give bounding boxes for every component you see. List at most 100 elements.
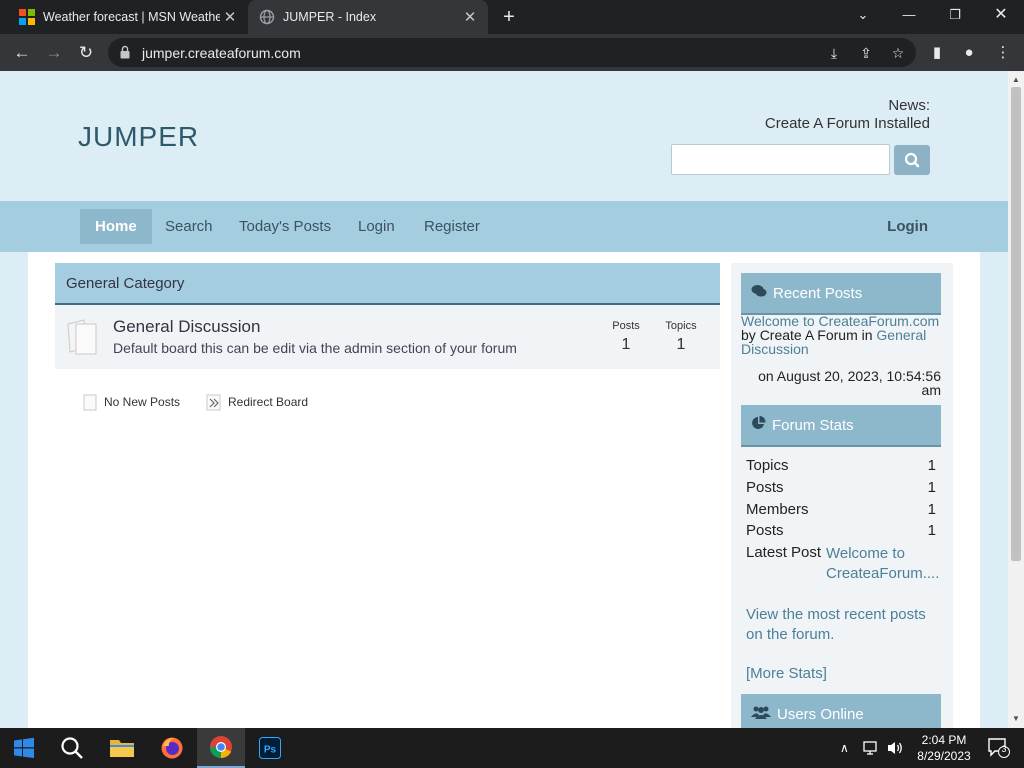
file-explorer-button[interactable] (98, 728, 146, 768)
reload-icon[interactable]: ↻ (73, 40, 99, 66)
system-clock[interactable]: 2:04 PM 8/29/2023 (910, 732, 978, 764)
taskbar-search-button[interactable] (48, 728, 96, 768)
posts-count: 1 (621, 336, 631, 353)
scrollbar-thumb[interactable] (1011, 87, 1021, 561)
microsoft-logo-icon (19, 9, 35, 25)
photoshop-icon: Ps (259, 737, 281, 759)
install-app-icon[interactable]: ⤓ (825, 44, 843, 62)
tab-jumper-index[interactable]: JUMPER - Index ✕ (248, 0, 488, 34)
url-text: jumper.createaforum.com (142, 45, 301, 61)
close-window-button[interactable]: ✕ (978, 0, 1024, 30)
posts-label: Posts (612, 320, 640, 332)
tab-title: JUMPER - Index (283, 10, 377, 24)
topics-count: 1 (676, 336, 686, 353)
tab-msn-weather[interactable]: Weather forecast | MSN Weather ✕ (8, 0, 248, 34)
firefox-icon (161, 737, 183, 759)
bookmark-star-icon[interactable]: ☆ (889, 44, 907, 62)
page-margin (0, 252, 28, 728)
clock-time: 2:04 PM (921, 733, 967, 747)
globe-icon (259, 9, 275, 25)
chrome-menu-icon[interactable]: ⋮ (992, 42, 1014, 64)
address-bar[interactable]: jumper.createaforum.com ⤓ ⇪ ☆ (108, 38, 916, 67)
stat-row: Posts 1 (746, 479, 936, 496)
close-icon[interactable]: ✕ (220, 8, 240, 26)
browser-toolbar: ← → ↻ jumper.createaforum.com ⤓ ⇪ ☆ ▮ ● … (0, 34, 1024, 71)
search-button[interactable] (894, 145, 930, 175)
stat-value: 1 (927, 522, 936, 539)
recent-post-date: on August 20, 2023, 10:54:56 am (758, 368, 941, 398)
stat-label: Posts (746, 522, 784, 539)
no-new-posts-icon (83, 394, 97, 411)
stat-value: 1 (927, 457, 936, 474)
network-icon[interactable] (862, 728, 880, 768)
legend-label: Redirect Board (228, 395, 309, 409)
nav-login-right[interactable]: Login (887, 209, 928, 244)
nav-search[interactable]: Search (150, 209, 228, 244)
redirect-board-icon (206, 394, 221, 411)
tab-search-chevron-icon[interactable]: ⌄ (840, 0, 886, 30)
minimize-button[interactable]: — (886, 0, 932, 30)
notification-count: 3 (1001, 744, 1007, 754)
board-topics-stat: Topics 1 (656, 320, 706, 354)
tab-title: Weather forecast | MSN Weather (43, 10, 220, 24)
search-icon (904, 152, 920, 168)
in-text: in (861, 327, 873, 343)
page-margin (980, 252, 1008, 728)
stat-value: 1 (927, 479, 936, 496)
scroll-down-arrow-icon[interactable]: ▼ (1008, 712, 1024, 726)
close-icon[interactable]: ✕ (460, 8, 480, 26)
volume-icon[interactable] (886, 728, 904, 768)
profile-avatar-icon[interactable]: ● (958, 42, 980, 64)
main-nav: Home Search Today's Posts Login Register… (0, 201, 1008, 252)
lock-icon (120, 45, 130, 59)
forum-stats-title: Forum Stats (772, 416, 854, 434)
recent-posts-title: Recent Posts (773, 284, 863, 302)
stat-label: Posts (746, 479, 784, 496)
nav-home[interactable]: Home (80, 209, 152, 244)
chrome-button[interactable] (197, 728, 245, 768)
page-viewport: JUMPER News: Create A Forum Installed Ho… (0, 71, 1008, 728)
users-online-header: Users Online (741, 694, 941, 728)
back-arrow-icon[interactable]: ← (9, 40, 35, 66)
firefox-button[interactable] (148, 728, 196, 768)
photoshop-button[interactable]: Ps (246, 728, 294, 768)
no-new-posts-icon (67, 319, 97, 355)
stat-row: Topics 1 (746, 457, 936, 474)
more-stats-link[interactable]: [More Stats] (746, 665, 827, 682)
show-hidden-icons-chevron-icon[interactable]: ∧ (840, 728, 849, 768)
comments-icon (751, 284, 767, 302)
folder-icon (110, 740, 134, 757)
stat-row: Members 1 (746, 501, 936, 518)
start-button[interactable] (0, 728, 48, 768)
stat-row: Posts 1 (746, 522, 936, 539)
notifications-button[interactable]: 3 (988, 738, 1010, 758)
board-name-link[interactable]: General Discussion (113, 317, 260, 337)
forward-arrow-icon[interactable]: → (41, 40, 67, 66)
category-title[interactable]: General Category (66, 275, 184, 292)
new-tab-button[interactable]: + (498, 6, 520, 28)
nav-register[interactable]: Register (409, 209, 495, 244)
latest-post-link[interactable]: Welcome to CreateaForum.... (826, 544, 941, 584)
board-row: General Discussion Default board this ca… (55, 305, 720, 369)
nav-login[interactable]: Login (343, 209, 410, 244)
site-logo[interactable]: JUMPER (78, 121, 199, 153)
news-label: News: (888, 97, 930, 114)
category-header: General Category (55, 263, 720, 305)
stat-value: 1 (927, 501, 936, 518)
page-scrollbar[interactable]: ▲ ▼ (1008, 71, 1024, 728)
restore-button[interactable]: ❐ (932, 0, 978, 30)
side-panel-icon[interactable]: ▮ (926, 42, 948, 64)
stat-label: Members (746, 501, 809, 518)
scroll-up-arrow-icon[interactable]: ▲ (1008, 73, 1024, 87)
users-icon (751, 705, 771, 723)
forum-stats-header: Forum Stats (741, 405, 941, 447)
recent-post-entry: Welcome to CreateaForum.com by Create A … (741, 314, 941, 356)
topics-label: Topics (665, 320, 697, 332)
share-icon[interactable]: ⇪ (857, 44, 875, 62)
recent-posts-note-link[interactable]: View the most recent posts on the forum. (746, 605, 941, 645)
legend-label: No New Posts (104, 395, 181, 409)
legend-no-new-posts: No New Posts (82, 393, 180, 411)
nav-todays-posts[interactable]: Today's Posts (224, 209, 346, 244)
search-input[interactable] (671, 144, 890, 175)
board-description: Default board this can be edit via the a… (113, 340, 517, 356)
